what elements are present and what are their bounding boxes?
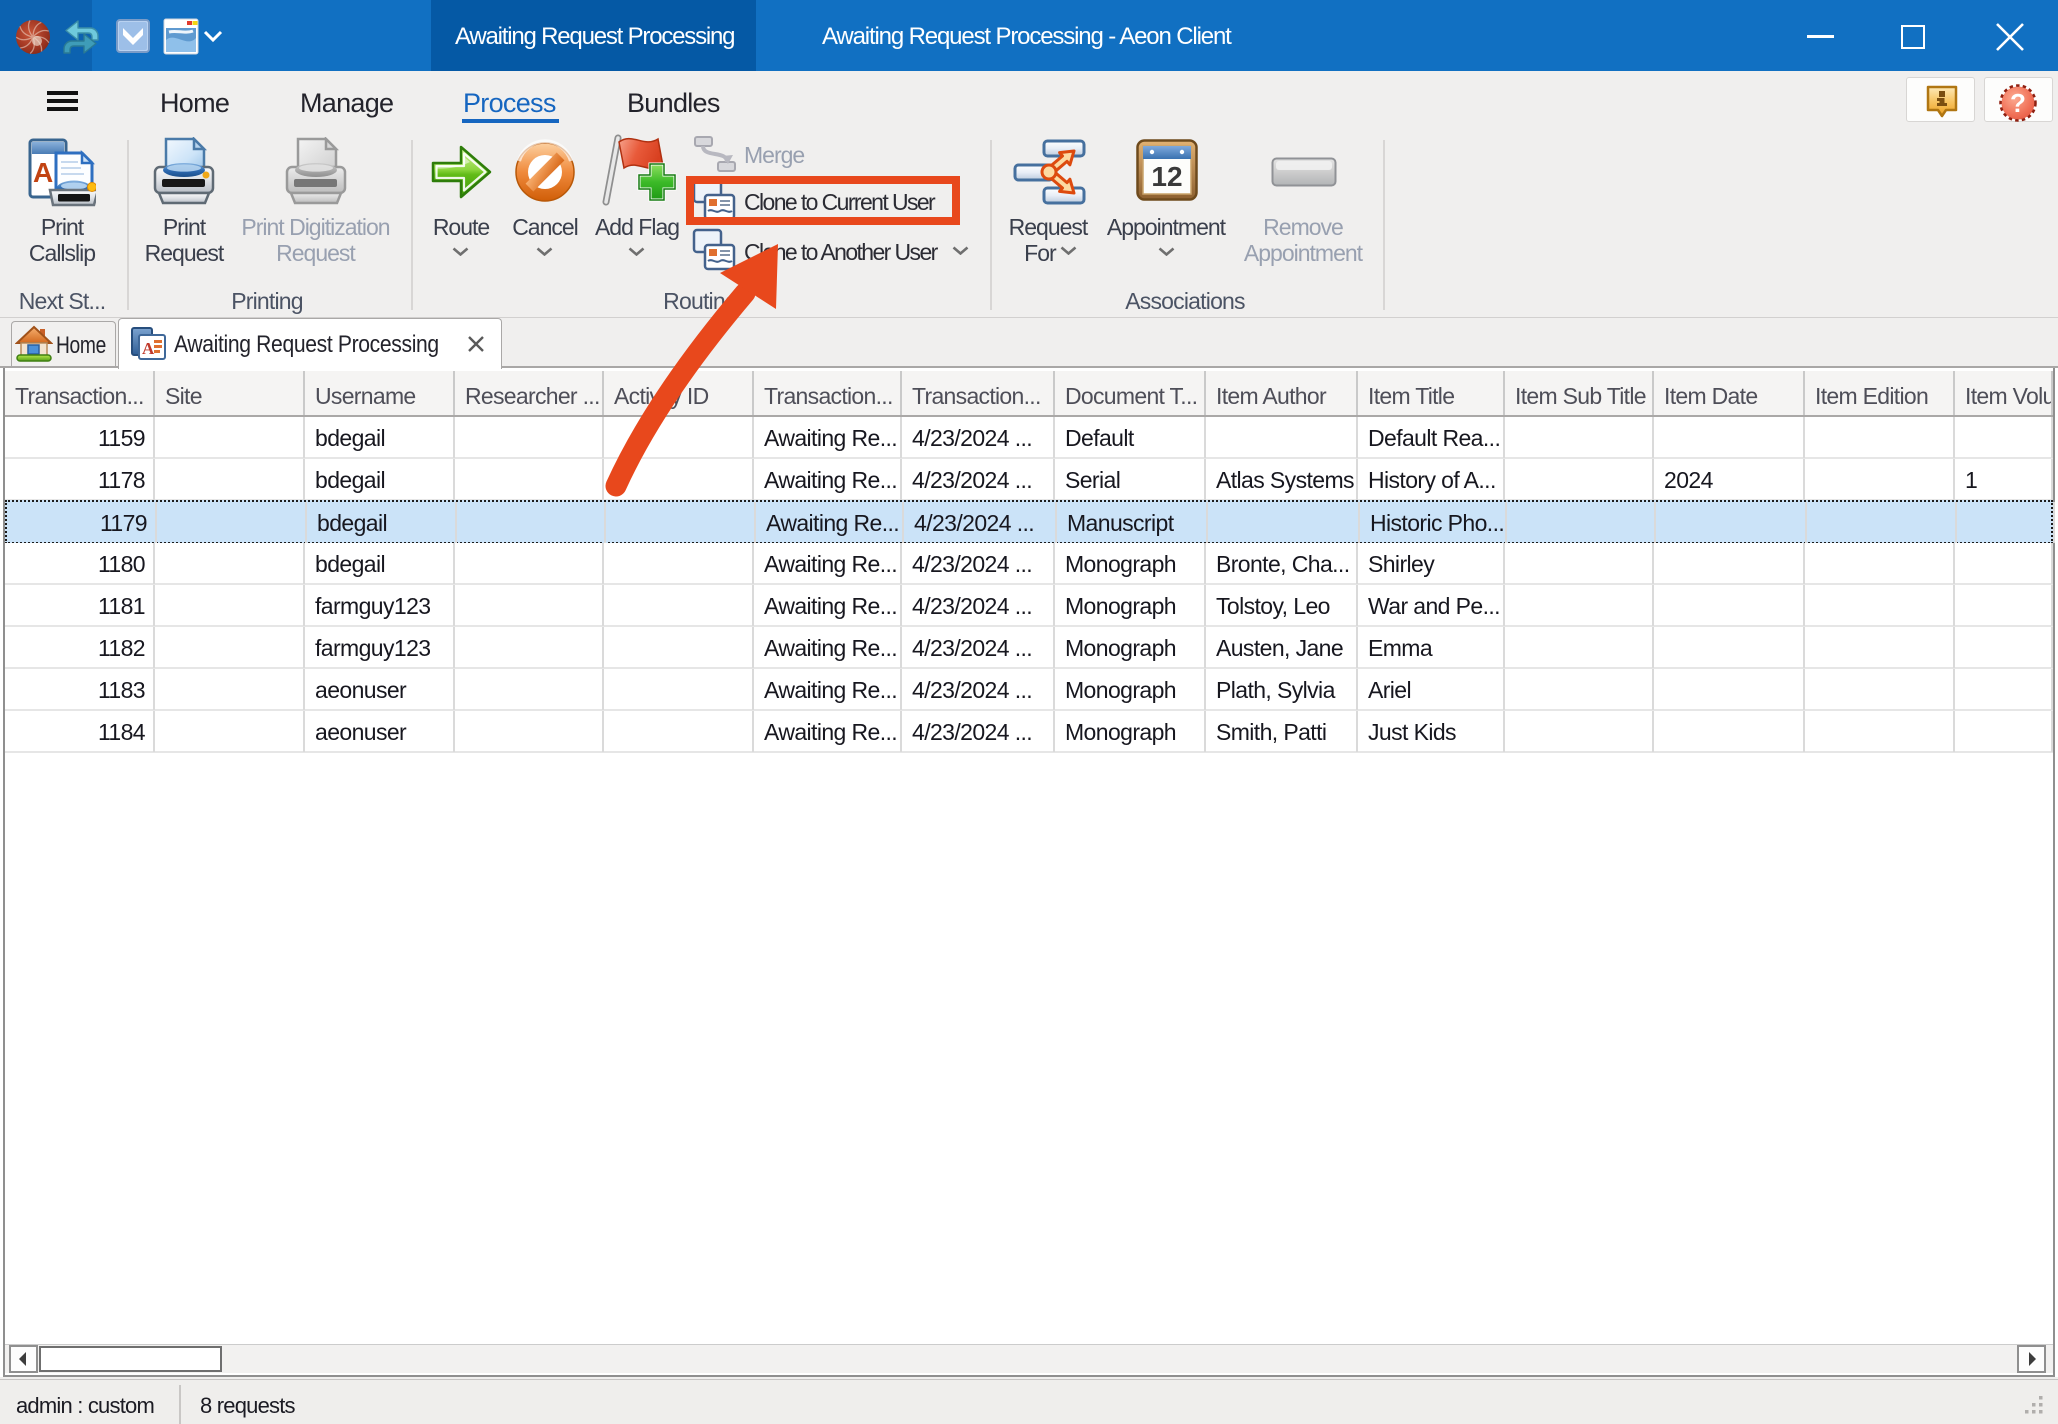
svg-text:A: A	[33, 157, 53, 188]
svg-text:?: ?	[2010, 88, 2026, 118]
svg-text:12: 12	[1151, 161, 1182, 192]
svg-text:A: A	[142, 339, 155, 358]
